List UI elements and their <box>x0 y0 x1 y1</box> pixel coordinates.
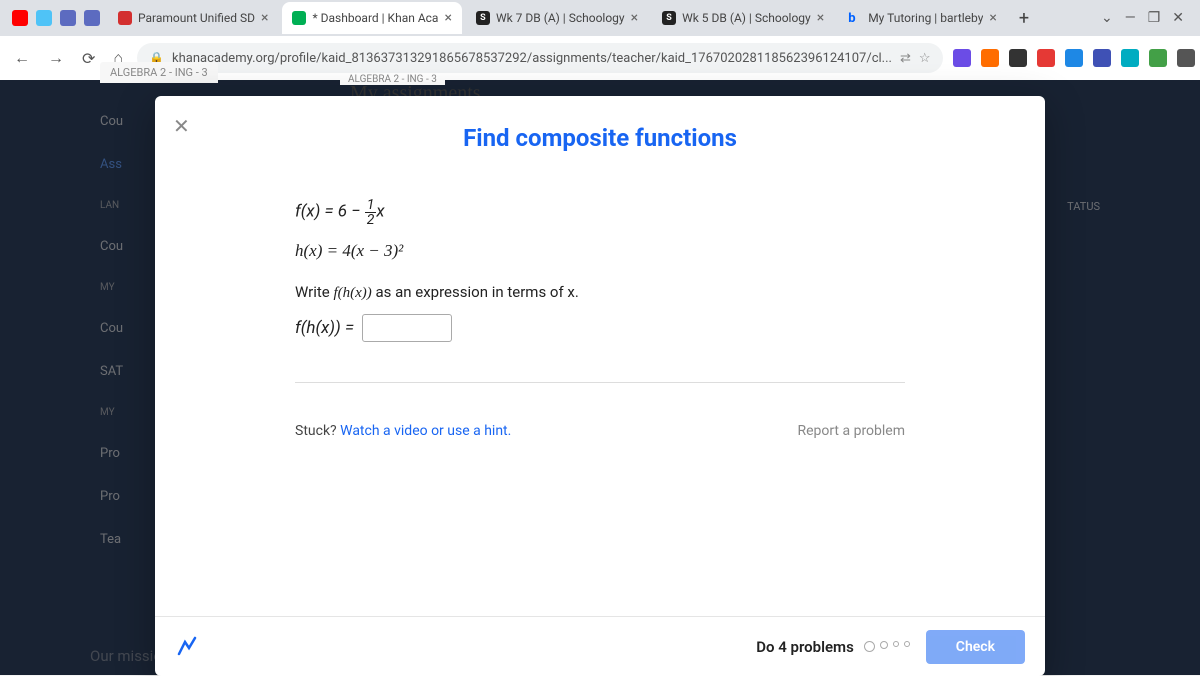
stuck-text: Stuck? Watch a video or use a hint. <box>295 423 511 439</box>
numerator: 1 <box>365 198 377 213</box>
exercise-body: f(x) = 6 − 12x h(x) = 4(x − 3)² Write f(… <box>155 164 1045 403</box>
f-right: x <box>376 201 384 221</box>
tab-paramount[interactable]: Paramount Unified SD × <box>108 2 278 34</box>
hint-row: Stuck? Watch a video or use a hint. Repo… <box>155 403 1045 439</box>
answer-input[interactable] <box>362 314 452 342</box>
tab-khan[interactable]: * Dashboard | Khan Aca × <box>282 2 461 34</box>
reload-button[interactable]: ⟳ <box>78 45 99 72</box>
close-icon[interactable]: ✕ <box>173 114 190 138</box>
url-bar[interactable]: 🔒 khanacademy.org/profile/kaid_813637313… <box>137 43 942 73</box>
window-controls: ⌄ — ❐ ✕ <box>1093 10 1192 26</box>
dot-icon <box>904 641 910 647</box>
prompt-func: f(h(x)) <box>333 285 371 301</box>
close-icon[interactable]: × <box>261 10 268 26</box>
do-problems-label: Do 4 problems <box>756 638 910 656</box>
report-problem[interactable]: Report a problem <box>797 423 905 439</box>
chevron-down-icon[interactable]: ⌄ <box>1101 10 1113 26</box>
forward-button[interactable]: → <box>44 44 68 72</box>
favicon-schoology-icon: S <box>476 11 490 25</box>
close-icon[interactable]: × <box>631 10 638 26</box>
tab-title: Wk 5 DB (A) | Schoology <box>682 11 811 25</box>
minimize-icon[interactable]: — <box>1125 10 1136 26</box>
ext-icon[interactable] <box>1065 49 1083 67</box>
streak-icon <box>175 634 199 658</box>
tab-schoology-wk7[interactable]: S Wk 7 DB (A) | Schoology × <box>466 2 648 34</box>
favicon-paramount-icon <box>118 11 132 25</box>
tab-schoology-wk5[interactable]: S Wk 5 DB (A) | Schoology × <box>652 2 834 34</box>
favicon-khan-icon <box>292 11 306 25</box>
exercise-title: Find composite functions <box>155 96 1045 164</box>
pinned-tabs <box>8 10 104 26</box>
extensions: ⋮ <box>953 45 1200 72</box>
denominator: 2 <box>365 213 377 227</box>
ext-icon[interactable] <box>981 49 999 67</box>
ext-icon[interactable] <box>1121 49 1139 67</box>
ext-icon[interactable] <box>1149 49 1167 67</box>
close-icon[interactable]: × <box>989 10 996 26</box>
f-definition: f(x) = 6 − 12x <box>295 198 905 227</box>
ext-icon[interactable] <box>1093 49 1111 67</box>
pinned-tab-icon[interactable] <box>36 10 52 26</box>
do-label-text: Do 4 problems <box>756 638 854 656</box>
close-icon[interactable]: × <box>817 10 824 26</box>
tab-bartleby[interactable]: b My Tutoring | bartleby × <box>838 2 1007 34</box>
answer-label: f(h(x)) = <box>295 318 354 338</box>
dot-icon <box>893 641 899 647</box>
pinned-tab-icon[interactable] <box>60 10 76 26</box>
back-button[interactable]: ← <box>10 44 34 72</box>
modal-footer: Do 4 problems Check <box>155 616 1045 676</box>
close-icon[interactable]: × <box>444 10 451 26</box>
tab-title: * Dashboard | Khan Aca <box>312 11 438 25</box>
prompt-prefix: Write <box>295 283 333 301</box>
modal-overlay: ALGEBRA 2 - ING - 3 ALGEBRA 2 - ING - 3 … <box>0 80 1200 675</box>
tab-title: My Tutoring | bartleby <box>868 11 983 25</box>
translate-icon[interactable]: ⇄ <box>900 51 911 66</box>
ext-icon[interactable] <box>953 49 971 67</box>
stuck-label: Stuck? <box>295 423 340 439</box>
tab-strip: Paramount Unified SD × * Dashboard | Kha… <box>0 0 1200 36</box>
fraction: 12 <box>365 198 377 227</box>
progress-dots <box>864 641 910 652</box>
exercise-modal: ✕ Find composite functions f(x) = 6 − 12… <box>155 96 1045 676</box>
h-definition: h(x) = 4(x − 3)² <box>295 241 905 261</box>
f-left: f(x) = 6 − <box>295 201 365 221</box>
course-chip: ALGEBRA 2 - ING - 3 <box>100 62 218 83</box>
dot-icon <box>864 641 875 652</box>
favicon-bartleby-icon: b <box>848 11 862 25</box>
restore-icon[interactable]: ❐ <box>1148 10 1161 26</box>
divider <box>295 382 905 383</box>
close-window-icon[interactable]: ✕ <box>1172 10 1184 26</box>
star-icon[interactable]: ☆ <box>919 51 931 66</box>
prompt: Write f(h(x)) as an expression in terms … <box>295 283 905 302</box>
ext-icon[interactable] <box>1177 49 1195 67</box>
url-text: khanacademy.org/profile/kaid_81363731329… <box>172 51 892 66</box>
ext-icon[interactable] <box>1009 49 1027 67</box>
new-tab-button[interactable]: + <box>1011 8 1037 29</box>
check-button[interactable]: Check <box>926 630 1025 664</box>
prompt-suffix: as an expression in terms of x. <box>372 283 579 301</box>
favicon-schoology-icon: S <box>662 11 676 25</box>
tab-title: Wk 7 DB (A) | Schoology <box>496 11 625 25</box>
dot-icon <box>880 641 888 649</box>
tab-title: Paramount Unified SD <box>138 11 255 25</box>
hint-link[interactable]: Watch a video or use a hint. <box>340 423 511 439</box>
youtube-icon[interactable] <box>12 10 28 26</box>
pinned-tab-icon[interactable] <box>84 10 100 26</box>
ext-icon[interactable] <box>1037 49 1055 67</box>
answer-row: f(h(x)) = <box>295 314 905 342</box>
